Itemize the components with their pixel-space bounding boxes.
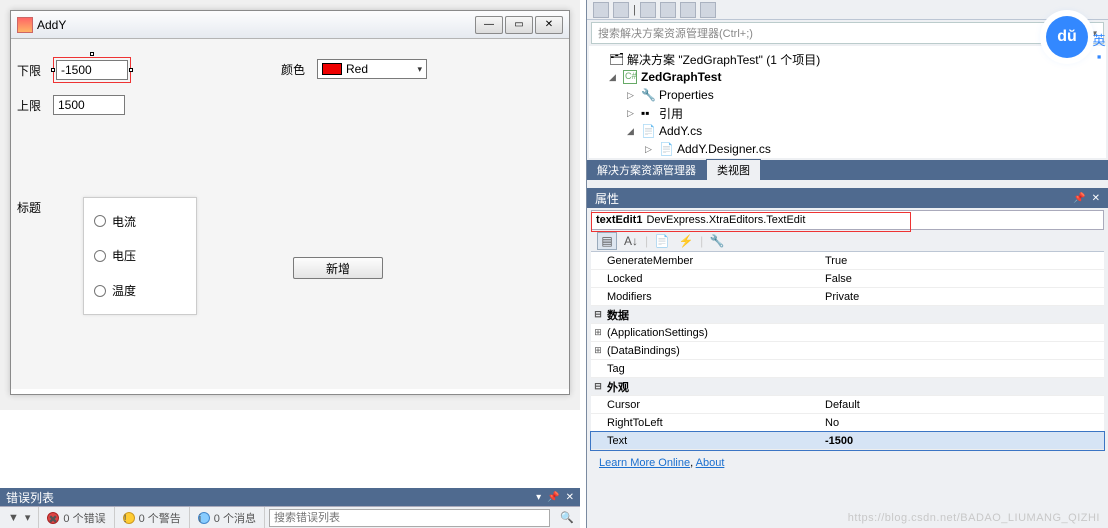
error-list-panel: 错误列表 ▾📌✕ ▼▾ ✖0 个错误 !0 个警告 i0 个消息 🔍 [0,488,580,528]
right-pane: | 搜索解决方案资源管理器(Ctrl+;) 🔍▾ 🗂解决方案 "ZedGraph… [586,0,1108,528]
properties-panel: 属性 📌✕ textEdit1 DevExpress.XtraEditors.T… [587,188,1108,475]
filter-warnings[interactable]: !0 个警告 [115,507,190,528]
title-label: 标题 [17,199,53,216]
maximize-button[interactable]: ▭ [505,16,533,34]
filter-errors[interactable]: ✖0 个错误 [39,507,114,528]
upper-input[interactable] [53,95,125,115]
tree-properties[interactable]: ▷🔧Properties [595,86,1100,104]
solution-tabs: 解决方案资源管理器 类视图 [587,160,1108,180]
tool-icon[interactable] [680,2,696,18]
prop-category[interactable]: ⊟数据 [591,306,1104,324]
close-button[interactable]: ✕ [535,16,563,34]
prop-row[interactable]: ⊞(DataBindings) [591,342,1104,360]
properties-icon[interactable]: 📄 [652,232,672,250]
prop-row[interactable]: ⊞(ApplicationSettings) [591,324,1104,342]
color-value: Red [346,62,368,76]
prop-row[interactable]: RightToLeftNo [591,414,1104,432]
search-icon[interactable]: 🔍 [554,511,580,524]
tool-icon[interactable] [700,2,716,18]
filter-dropdown[interactable]: ▼▾ [0,507,39,528]
properties-header[interactable]: 属性 📌✕ [587,188,1108,208]
radio-current[interactable]: 电流 [94,213,186,230]
pin-icon[interactable]: 📌 [547,492,559,503]
error-search-input[interactable] [269,509,550,527]
close-icon[interactable]: ✕ [566,492,574,503]
radio-voltage[interactable]: 电压 [94,247,186,264]
pin-icon[interactable]: 📌 [1073,193,1085,204]
prop-row-text[interactable]: Text-1500 [591,432,1104,450]
tab-class-view[interactable]: 类视图 [706,159,761,180]
alphabetical-icon[interactable]: A↓ [621,232,641,250]
tool-icon[interactable] [640,2,656,18]
window-title: AddY [37,18,475,32]
radio-temperature[interactable]: 温度 [94,282,186,299]
prop-row[interactable]: GenerateMemberTrue [591,252,1104,270]
tree-root[interactable]: 🗂解决方案 "ZedGraphTest" (1 个项目) [595,50,1100,68]
chevron-down-icon: ▾ [417,64,422,75]
solution-toolbar: | [587,0,1108,20]
color-swatch [322,63,342,75]
lower-field-highlight [53,57,131,83]
tool-refresh-icon[interactable] [613,2,629,18]
prop-row[interactable]: Tag [591,360,1104,378]
events-icon[interactable]: ⚡ [676,232,696,250]
properties-toolbar: ▤ A↓ | 📄 ⚡ | 🔧 [591,230,1104,252]
wrench-icon[interactable]: 🔧 [707,232,727,250]
about-link[interactable]: About [696,457,725,469]
prop-row[interactable]: LockedFalse [591,270,1104,288]
app-icon [17,17,33,33]
radio-group: 电流 电压 温度 [83,197,197,315]
tree-references[interactable]: ▷▪▪引用 [595,104,1100,122]
error-list-tab[interactable]: 错误列表 ▾📌✕ [0,488,580,506]
prop-row[interactable]: CursorDefault [591,396,1104,414]
lower-label: 下限 [17,62,53,79]
close-icon[interactable]: ✕ [1092,193,1100,204]
color-dropdown[interactable]: Red ▾ [317,59,427,79]
properties-links: Learn More Online, About [591,450,1104,475]
color-label: 颜色 [281,61,305,78]
learn-more-link[interactable]: Learn More Online [599,457,690,469]
prop-row[interactable]: ModifiersPrivate [591,288,1104,306]
tool-icon[interactable] [660,2,676,18]
upper-label: 上限 [17,97,53,114]
tree-addy-cs[interactable]: ◢📄AddY.cs [595,122,1100,140]
client-area: 下限 上限 颜色 Red ▾ [11,39,569,389]
categorized-icon[interactable]: ▤ [597,232,617,250]
tree-project[interactable]: ◢C#ZedGraphTest [595,68,1100,86]
solution-search[interactable]: 搜索解决方案资源管理器(Ctrl+;) 🔍▾ [591,22,1104,44]
minimize-button[interactable]: — [475,16,503,34]
solution-tree: 🗂解决方案 "ZedGraphTest" (1 个项目) ◢C#ZedGraph… [589,46,1106,158]
filter-messages[interactable]: i0 个消息 [190,507,265,528]
tab-solution-explorer[interactable]: 解决方案资源管理器 [587,160,706,180]
prop-category[interactable]: ⊟外观 [591,378,1104,396]
tool-home-icon[interactable] [593,2,609,18]
lower-input[interactable] [56,60,128,80]
watermark: https://blog.csdn.net/BADAO_LIUMANG_QIZH… [848,512,1100,524]
baidu-side-text: 英 ▪ [1090,30,1108,64]
titlebar[interactable]: AddY — ▭ ✕ [11,11,569,39]
tree-addy-designer[interactable]: ▷📄AddY.Designer.cs [595,140,1100,158]
properties-grid: GenerateMemberTrue LockedFalse Modifiers… [591,252,1104,450]
dropdown-icon[interactable]: ▾ [536,492,541,503]
object-selector[interactable]: textEdit1 DevExpress.XtraEditors.TextEdi… [591,210,1104,230]
addy-window: AddY — ▭ ✕ 下限 上限 颜色 [10,10,570,395]
baidu-logo-icon[interactable]: dŭ [1046,16,1088,58]
add-button[interactable]: 新增 [293,257,383,279]
